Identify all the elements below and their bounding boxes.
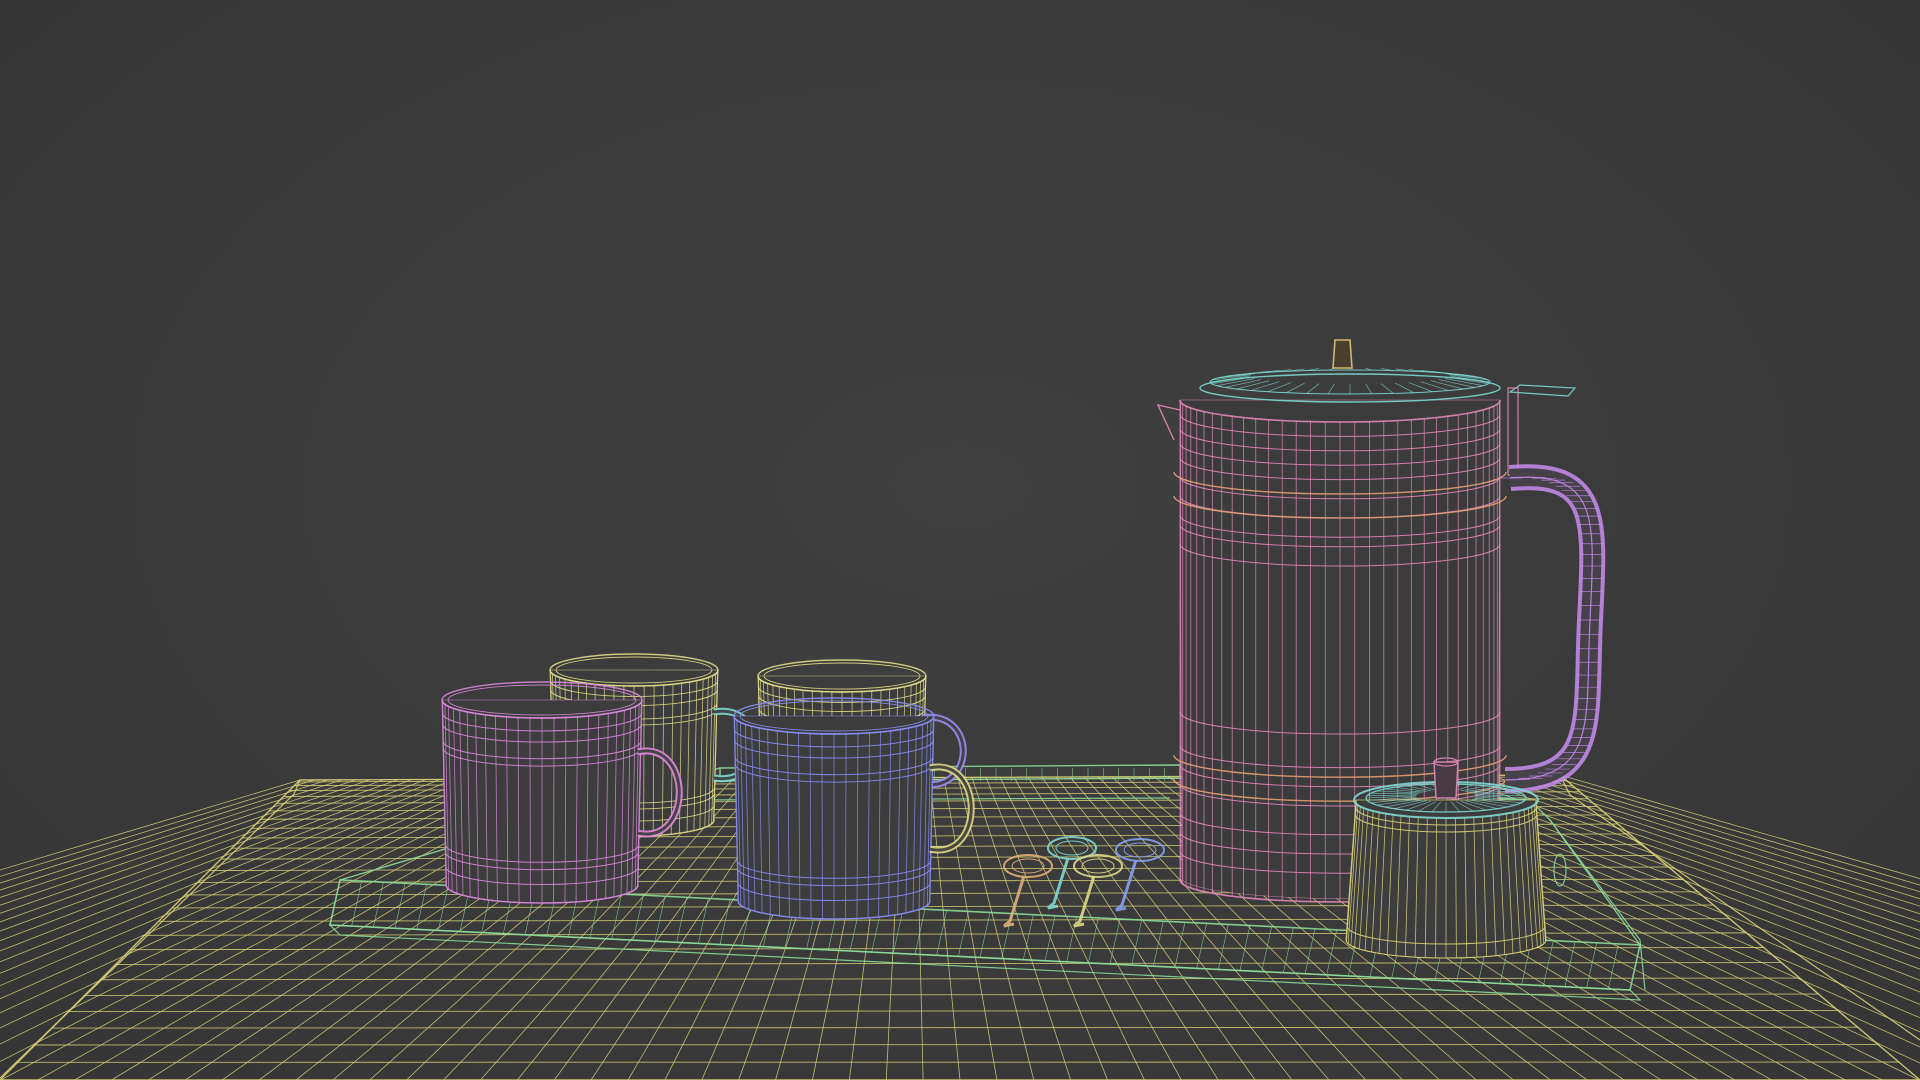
table-grid-col — [985, 777, 1108, 1080]
pot-spout — [1156, 404, 1181, 441]
tray-segment — [1196, 923, 1207, 969]
pot-lid-spoke — [1250, 381, 1280, 391]
tray-segment — [351, 881, 362, 927]
tray-segment — [676, 897, 687, 943]
pot-lid-spoke — [1365, 383, 1373, 395]
spoon-bowl-inner — [1011, 858, 1045, 874]
3d-viewport[interactable] — [0, 0, 1920, 1080]
table-grid-col — [929, 777, 961, 1080]
sugar-lid-knob — [1433, 761, 1459, 799]
tray-segment — [416, 884, 427, 930]
pot-lid-knob — [1332, 339, 1353, 369]
tray-segment — [1044, 915, 1056, 961]
table-grid-col — [0, 778, 469, 974]
table-grid-col — [0, 779, 455, 963]
table-grid-col — [0, 779, 315, 877]
pot-lid-spoke — [1430, 380, 1464, 390]
pot-hinge-post — [1507, 387, 1519, 476]
tray-segment — [1326, 929, 1337, 975]
table-grid-col — [0, 779, 385, 914]
sugar-bowl-wireframe — [1345, 757, 1547, 959]
table-edge — [1559, 774, 1920, 1041]
pot-lid-spoke — [1380, 383, 1394, 394]
pot-lid-spoke — [1327, 383, 1335, 395]
tray-segment — [698, 898, 709, 944]
pot-lid-hinge — [1508, 384, 1577, 397]
table-grid-col — [1503, 774, 1920, 907]
tray-segment — [1109, 918, 1121, 965]
pot-lid-spoke — [1306, 383, 1320, 394]
wireframe-scene — [0, 339, 1920, 1080]
spoon-handle — [1073, 875, 1096, 928]
table-grid-col — [0, 779, 427, 942]
pot-lid-spoke — [1236, 380, 1270, 390]
spoon-bowl — [1003, 854, 1053, 878]
tray-segment — [1608, 943, 1619, 989]
table-wireframe — [0, 774, 1920, 1080]
spoon-bowl-inner — [1081, 858, 1115, 874]
table-grid-col — [0, 779, 399, 923]
tray-segment — [1153, 921, 1164, 967]
pot-lid-spoke — [1420, 381, 1450, 391]
tray-segment — [1586, 942, 1597, 988]
tray-segment — [373, 882, 384, 928]
tray-segment — [1088, 917, 1099, 963]
spoon-bowl — [1073, 854, 1123, 878]
tray-segment — [394, 883, 406, 929]
pot-lid-spoke — [1286, 382, 1305, 393]
tray-segment — [1564, 941, 1576, 987]
tray-segment — [329, 879, 341, 926]
table-grid-col — [1013, 776, 1182, 1080]
spoon-bowl — [1115, 838, 1165, 862]
tray-segment — [1174, 922, 1186, 968]
spoon-bowl-inner — [1123, 842, 1157, 858]
tray-segment — [1218, 924, 1229, 970]
tray-segment — [1023, 914, 1034, 960]
spoon-bowl-inner — [1055, 840, 1089, 856]
tray-segment — [611, 894, 622, 940]
tray-handle-slot — [1553, 853, 1567, 887]
tray-segment — [719, 899, 731, 945]
pot-lid-spoke — [1395, 382, 1414, 393]
tray-segment — [979, 912, 991, 958]
tray-segment — [1131, 920, 1142, 966]
table-grid-col — [0, 779, 329, 884]
